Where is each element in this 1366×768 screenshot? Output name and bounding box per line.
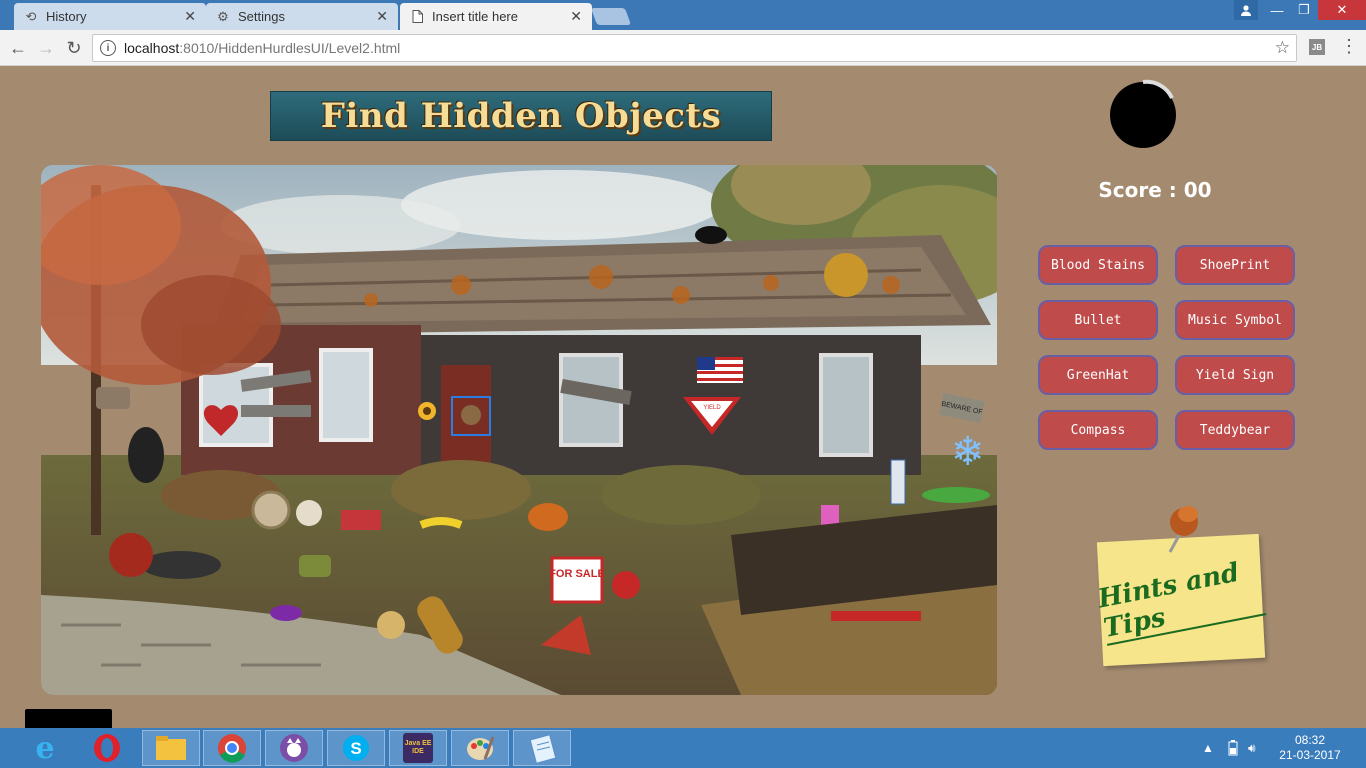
volume-icon[interactable]: 🔊︎ <box>1248 728 1256 768</box>
menu-kebab-icon[interactable]: ⋮ <box>1340 36 1358 60</box>
window-close-icon[interactable]: ✕ <box>1318 0 1366 20</box>
history-icon: ⟲ <box>25 8 37 24</box>
object-button-compass[interactable]: Compass <box>1038 410 1158 450</box>
timer-progress-arc <box>1142 79 1174 99</box>
object-button-shoeprint[interactable]: ShoePrint <box>1175 245 1295 285</box>
bookmark-star-icon[interactable]: ☆ <box>1275 38 1290 58</box>
object-button-bullet[interactable]: Bullet <box>1038 300 1158 340</box>
wrench <box>831 611 921 621</box>
apple <box>612 571 640 599</box>
close-icon[interactable]: ✕ <box>184 8 196 25</box>
crow <box>695 226 727 244</box>
clock-date: 21-03-2017 <box>1279 748 1341 762</box>
disc <box>270 605 302 621</box>
bottle <box>890 459 906 505</box>
for-sale-text: FOR SALE <box>549 568 605 580</box>
extension-icon[interactable]: JB <box>1309 39 1325 55</box>
restore-icon[interactable]: ❐ <box>1291 0 1317 20</box>
for-sale-sign <box>550 556 604 604</box>
page-icon <box>410 10 424 24</box>
browser-toolbar: ← → ↻ i localhost:8010/HiddenHurdlesUI/L… <box>0 30 1366 66</box>
address-bar[interactable]: i localhost:8010/HiddenHurdlesUI/Level2.… <box>92 34 1297 62</box>
hidden-object-scene[interactable]: YIELD ❄ BEWARE OF FOR SALE <box>41 165 997 695</box>
sun-ornament <box>824 253 868 297</box>
close-icon[interactable]: ✕ <box>376 8 388 25</box>
java-ee-label: Java EE IDE <box>403 733 433 763</box>
object-button-blood-stains[interactable]: Blood Stains <box>1038 245 1158 285</box>
banner-title: Find Hidden Objects <box>320 96 722 136</box>
info-icon[interactable]: i <box>100 40 116 56</box>
address-host: localhost <box>124 40 180 56</box>
tab-title: Settings <box>238 9 285 24</box>
reload-icon[interactable]: ↻ <box>62 36 86 60</box>
skull <box>296 500 322 526</box>
yield-text: YIELD <box>703 405 721 411</box>
clock-time: 08:32 <box>1294 733 1326 747</box>
close-icon[interactable]: ✕ <box>570 8 582 25</box>
tab-settings[interactable]: ⚙ Settings ✕ <box>206 3 398 30</box>
hints-label: Hints and Tips <box>1095 554 1267 646</box>
system-clock[interactable]: 08:32 21-03-2017 <box>1275 733 1345 763</box>
gear-icon: ⚙ <box>217 8 229 24</box>
minimize-icon[interactable]: — <box>1264 0 1290 20</box>
tab-strip: ⟲ History ✕ ⚙ Settings ✕ Insert title he… <box>0 0 1366 30</box>
snowflake-icon: ❄ <box>951 429 985 475</box>
new-tab-button[interactable] <box>590 8 632 25</box>
java-ee-ide-icon[interactable]: Java EE IDE <box>389 730 447 766</box>
taskbar: e S Java EE IDE ▲ 🔊︎ 08:32 21-03-2017 <box>0 728 1366 768</box>
page-banner: Find Hidden Objects <box>270 91 772 141</box>
pie <box>377 611 405 639</box>
tab-history[interactable]: ⟲ History ✕ <box>14 3 206 30</box>
score-display: Score : 00 <box>1098 178 1212 202</box>
hints-and-tips-button[interactable]: Hints and Tips <box>1095 500 1270 670</box>
address-path: :8010/HiddenHurdlesUI/Level2.html <box>179 40 401 56</box>
compass[interactable] <box>251 490 291 530</box>
user-profile-icon[interactable] <box>1234 0 1258 20</box>
tire <box>128 427 164 483</box>
crown-cushion <box>109 533 153 577</box>
file-explorer-icon[interactable] <box>142 730 200 766</box>
object-button-greenhat[interactable]: GreenHat <box>1038 355 1158 395</box>
cat-app-icon[interactable] <box>265 730 323 766</box>
object-button-yield-sign[interactable]: Yield Sign <box>1175 355 1295 395</box>
object-button-music-symbol[interactable]: Music Symbol <box>1175 300 1295 340</box>
opera-icon[interactable] <box>78 730 136 766</box>
basket <box>341 510 381 530</box>
object-button-teddybear[interactable]: Teddybear <box>1175 410 1295 450</box>
pushpin-icon <box>1168 506 1198 553</box>
show-hidden-icons[interactable]: ▲ <box>1202 728 1214 768</box>
paint-icon[interactable] <box>451 730 509 766</box>
tab-title: History <box>46 9 87 24</box>
tab-title: Insert title here <box>432 9 518 24</box>
tab-insert-title[interactable]: Insert title here ✕ <box>400 3 592 30</box>
watering-can <box>299 555 331 577</box>
back-arrow-icon[interactable]: ← <box>6 36 30 60</box>
notepad-icon[interactable] <box>513 730 571 766</box>
bananas <box>419 517 463 529</box>
internet-explorer-icon[interactable]: e <box>16 730 74 766</box>
pumpkin <box>528 503 568 531</box>
forward-arrow-icon[interactable]: → <box>34 36 58 60</box>
chrome-icon[interactable] <box>203 730 261 766</box>
svg-text:S: S <box>350 739 361 758</box>
battery-icon[interactable] <box>1228 728 1238 768</box>
skype-icon[interactable]: S <box>327 730 385 766</box>
